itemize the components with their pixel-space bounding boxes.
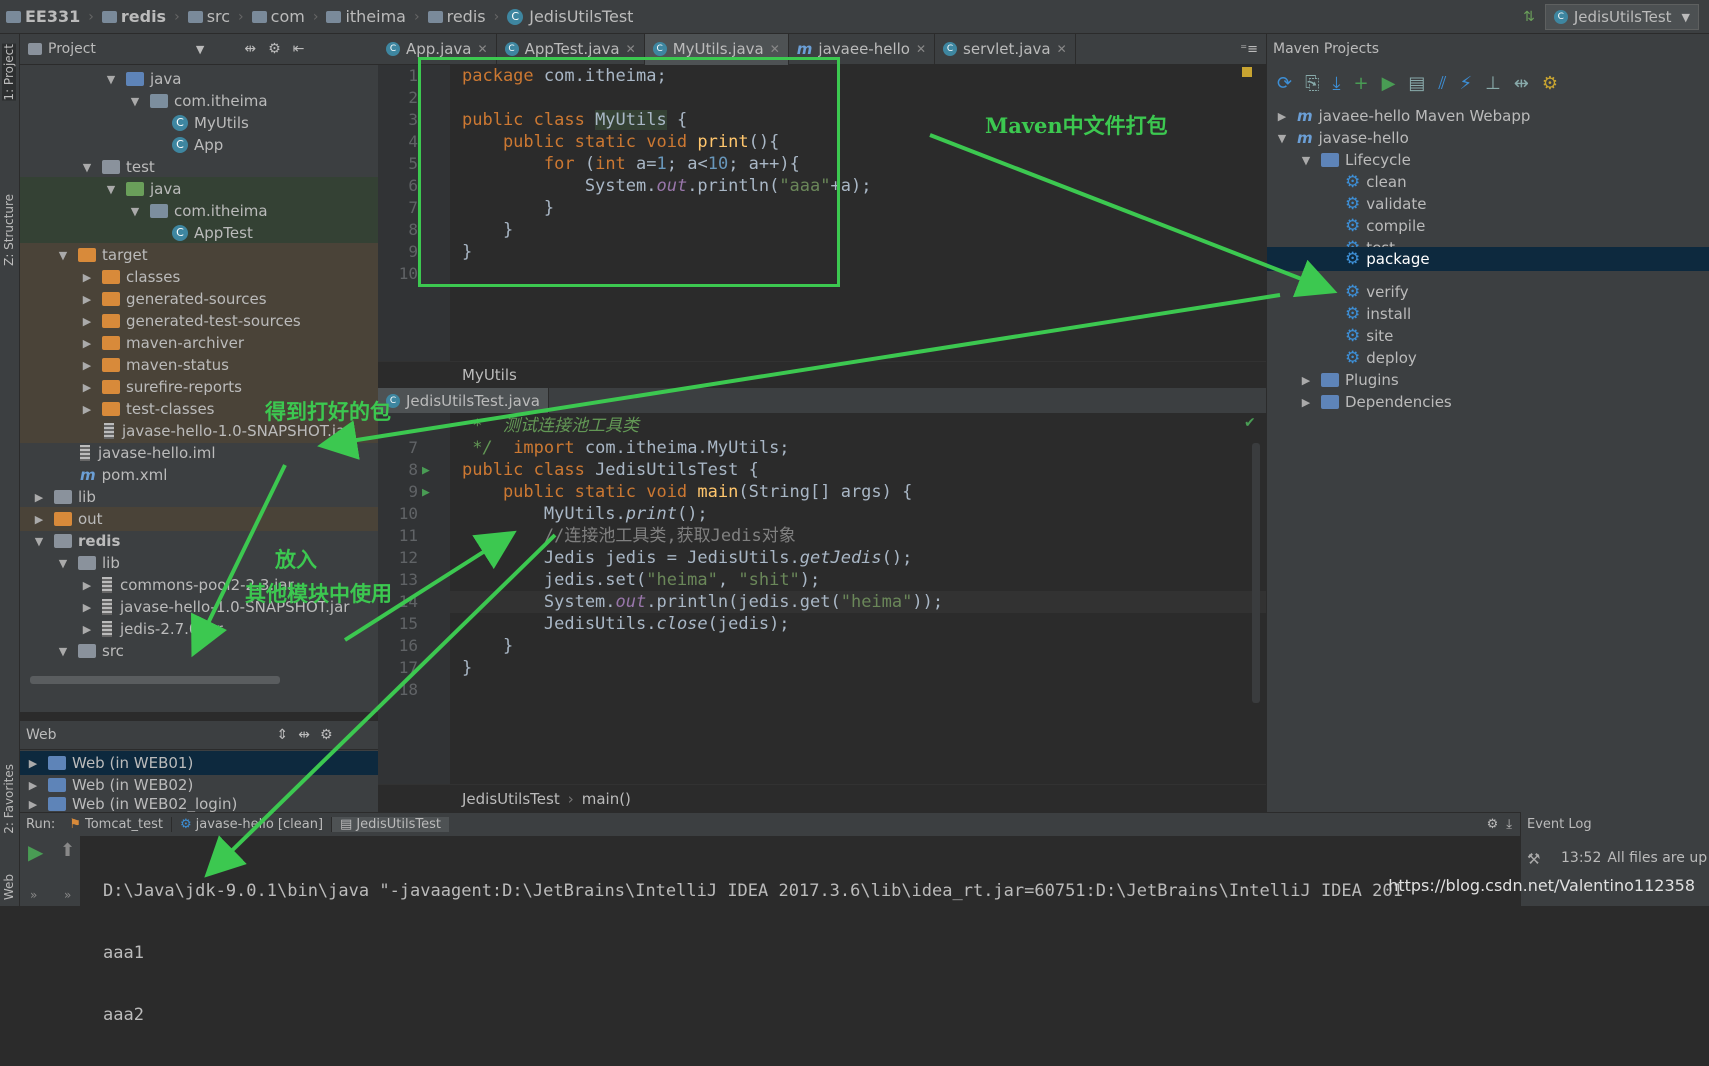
console-line: aaa2 — [103, 1005, 144, 1025]
console-line: aaa1 — [103, 943, 144, 963]
annotation-got-package: 得到打好的包 — [265, 399, 391, 424]
watermark: https://blog.csdn.net/Valentino112358 — [1388, 876, 1695, 895]
arrow-to-jar — [317, 293, 1281, 460]
annotation-use-other: 其他模块中使用 — [245, 581, 392, 606]
arrow-to-package — [929, 133, 1338, 298]
annotation-maven-pack: Maven中文件打包 — [985, 113, 1168, 138]
arrow-to-redis-lib — [191, 464, 287, 658]
annotation-arrows — [191, 133, 1338, 878]
annotation-put-in: 放入 — [275, 547, 317, 572]
